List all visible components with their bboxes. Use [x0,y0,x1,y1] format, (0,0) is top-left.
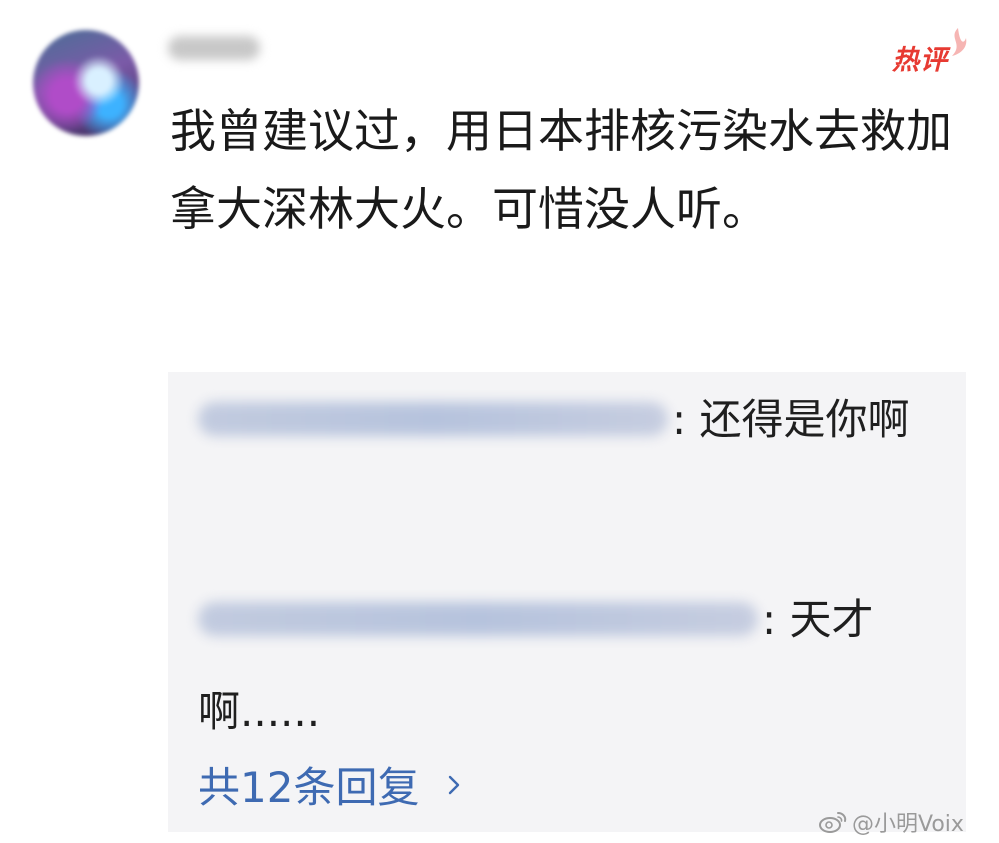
commenter-avatar[interactable] [33,30,139,136]
comment-text: 我曾建议过，用日本排核污染水去救加拿大深林大火。可惜没人听。 [170,104,952,236]
reply-author-blurred[interactable] [198,401,668,436]
more-replies-link[interactable]: 共12条回复 [198,754,467,815]
flame-icon [952,28,967,56]
reply-item[interactable]: : 天才啊...... [198,574,918,758]
reply-box[interactable]: : 还得是你啊 : 天才啊...... 共12条回复 [168,372,966,832]
reply-item[interactable]: : 还得是你啊 [198,374,918,466]
reply-author-blurred[interactable] [198,601,758,636]
reply-text: : 还得是你啊 [672,395,910,444]
chevron-right-icon [449,775,460,794]
weibo-icon [819,812,847,833]
more-replies-label: 共12条回复 [198,763,420,812]
watermark: @小明Voix [818,806,964,838]
watermark-text: @小明Voix [852,812,964,837]
commenter-username[interactable] [168,36,260,60]
